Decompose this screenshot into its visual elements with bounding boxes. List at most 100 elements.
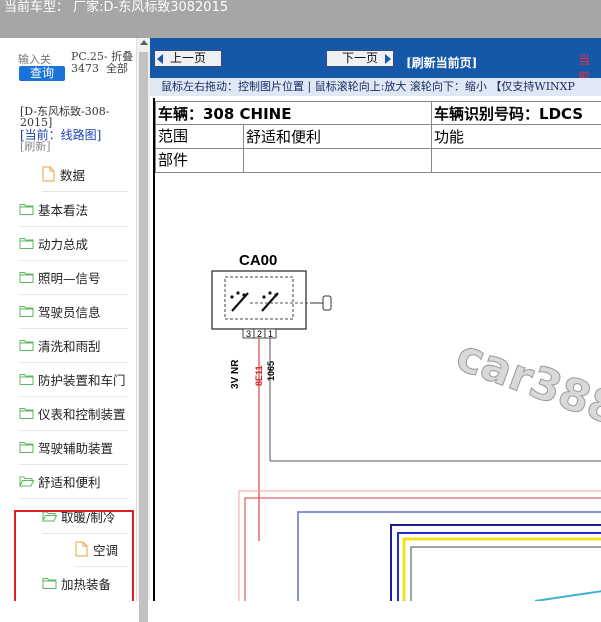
prev-page-label: 上一页 [170, 51, 206, 65]
folder-open-icon [19, 475, 34, 487]
box-yellow [404, 539, 601, 601]
tree-item-driver-info[interactable]: 驾驶员信息 [19, 300, 101, 322]
outer-box-pink [239, 491, 601, 601]
search-input[interactable] [18, 52, 68, 66]
box-inner [411, 547, 601, 601]
key-icon [310, 296, 331, 310]
pc-code-line2: 3473 [71, 62, 99, 75]
switch-contacts-icon [232, 293, 278, 311]
tree-item-label: 数据 [60, 165, 85, 184]
folder-icon [19, 305, 34, 317]
tree-divider [19, 362, 128, 363]
tree-item-label: 清洗和雨刮 [38, 336, 101, 355]
wiring-diagram[interactable]: 车辆：308 CHINE 车辆识别号码：LDCS 范围 舒适和便利 功能 部件 [153, 98, 601, 601]
tree-divider [19, 464, 128, 465]
folder-icon [19, 339, 34, 351]
top-bar: 当前车型： 厂家:D-东风标致3082015 [0, 0, 601, 38]
box-blue-2 [398, 533, 601, 601]
tree-item-protection-doors[interactable]: 防护装置和车门 [19, 368, 126, 390]
search-area: 查询 PC.25- 折叠 3473 全部 [4, 48, 136, 88]
part-label: 部件 [156, 149, 244, 172]
scope-value: 舒适和便利 [244, 126, 321, 147]
tree-item-powertrain[interactable]: 动力总成 [19, 232, 88, 254]
folder-icon [19, 373, 34, 385]
prev-page-button[interactable]: 上一页 [154, 50, 222, 67]
tree-item-label: 驾驶辅助装置 [38, 438, 113, 457]
tree-item-label: 仪表和控制装置 [38, 404, 126, 423]
page-nav-bar: 上一页 下一页 [刷新当前页] 当前 [150, 38, 601, 78]
vin-cell: 车辆识别号码：LDCS [432, 102, 601, 125]
wire-label-3vnr: 3V NR [230, 359, 241, 389]
scrollbar-thumb[interactable] [139, 52, 148, 622]
tree-item-basic-view[interactable]: 基本看法 [19, 198, 88, 220]
model-line2: 2015] [20, 117, 136, 128]
tree-item-wash-wipe[interactable]: 清洗和雨刮 [19, 334, 101, 356]
left-arrow-icon [157, 54, 163, 64]
tree-item-lighting-signal[interactable]: 照明—信号 [19, 266, 101, 288]
diagram-header-table: 车辆：308 CHINE 车辆识别号码：LDCS 范围 舒适和便利 功能 部件 [155, 101, 601, 173]
folder-icon [19, 271, 34, 283]
tree-item-comfort-convenience[interactable]: 舒适和便利 [19, 470, 101, 492]
next-page-label: 下一页 [342, 51, 378, 65]
tree-divider [19, 294, 128, 295]
vin-value: LDCS [539, 105, 583, 123]
sidebar: 查询 PC.25- 折叠 3473 全部 [D-东风标致-308- 2015] … [0, 38, 136, 601]
tree-item-data[interactable]: 数据 [42, 163, 85, 185]
hint-bar: 鼠标左右拖动：控制图片位置 | 鼠标滚轮向上:放大 滚轮向下：缩小 【仅支持WI… [150, 78, 601, 96]
tree-item-driving-assist[interactable]: 驾驶辅助装置 [19, 436, 113, 458]
tree-divider [19, 260, 128, 261]
tree-item-label: 动力总成 [38, 234, 88, 253]
connector-label: CA00 [239, 252, 277, 269]
tree-item-label: 舒适和便利 [38, 472, 101, 491]
file-icon [42, 166, 55, 182]
function-label: 功能 [432, 125, 601, 149]
folder-icon [19, 237, 34, 249]
right-arrow-icon [385, 54, 391, 64]
tree-item-label: 防护装置和车门 [38, 370, 126, 389]
tree-divider [19, 498, 128, 499]
schematic-svg: CA00 3 2 [155, 171, 601, 601]
box-navy [391, 525, 601, 601]
pin-1-label: 1 [268, 329, 273, 339]
folder-icon [19, 407, 34, 419]
tree-item-instruments-controls[interactable]: 仪表和控制装置 [19, 402, 126, 424]
switch-box [212, 271, 306, 329]
tree-divider [19, 396, 128, 397]
expand-all-link[interactable]: 全部 [106, 62, 128, 75]
tree-item-label: 驾驶员信息 [38, 302, 101, 321]
tree-item-label: 基本看法 [38, 200, 88, 219]
pc-code: PC.25- 折叠 3473 全部 [71, 51, 133, 75]
watermark: car388.c [450, 330, 601, 450]
selection-highlight-box [14, 510, 134, 601]
wire-label-8e11: 8E11 [254, 365, 264, 386]
vehicle-cell: 车辆：308 CHINE [156, 102, 432, 125]
scope-row: 范围 舒适和便利 [156, 125, 432, 149]
main-pane: 上一页 下一页 [刷新当前页] 当前 鼠标左右拖动：控制图片位置 | 鼠标滚轮向… [150, 38, 601, 601]
search-button[interactable]: 查询 [19, 66, 65, 81]
pin-row: 3 2 1 [243, 329, 276, 339]
empty-cell [432, 149, 601, 173]
folder-icon [19, 441, 34, 453]
tree-divider [19, 226, 128, 227]
scroll-up-arrow-icon[interactable] [140, 40, 148, 45]
cyan-wire [535, 591, 601, 601]
pin-3-label: 3 [246, 329, 251, 339]
switch-inner-box [225, 277, 293, 319]
tree-divider [19, 328, 128, 329]
model-info: [D-东风标致-308- 2015] [当前：线路图] [刷新] [20, 106, 136, 152]
tree-item-label: 照明—信号 [38, 268, 101, 287]
sidebar-scrollbar[interactable] [136, 38, 150, 601]
vin-label: 车辆识别号码： [434, 105, 539, 123]
part-row: 部件 [156, 149, 432, 173]
wire-label-1065: 1065 [266, 361, 276, 381]
switch-dots-icon [230, 291, 277, 298]
pin-2-label: 2 [257, 329, 262, 339]
current-model-text: 当前车型： 厂家:D-东风标致3082015 [4, 0, 228, 16]
folder-icon [19, 203, 34, 215]
next-page-button[interactable]: 下一页 [326, 50, 394, 67]
tree-divider [42, 191, 128, 192]
refresh-link[interactable]: [刷新] [20, 141, 136, 152]
tree-divider [19, 430, 128, 431]
scope-label: 范围 [156, 125, 244, 148]
refresh-page-link[interactable]: [刷新当前页] [406, 54, 477, 71]
